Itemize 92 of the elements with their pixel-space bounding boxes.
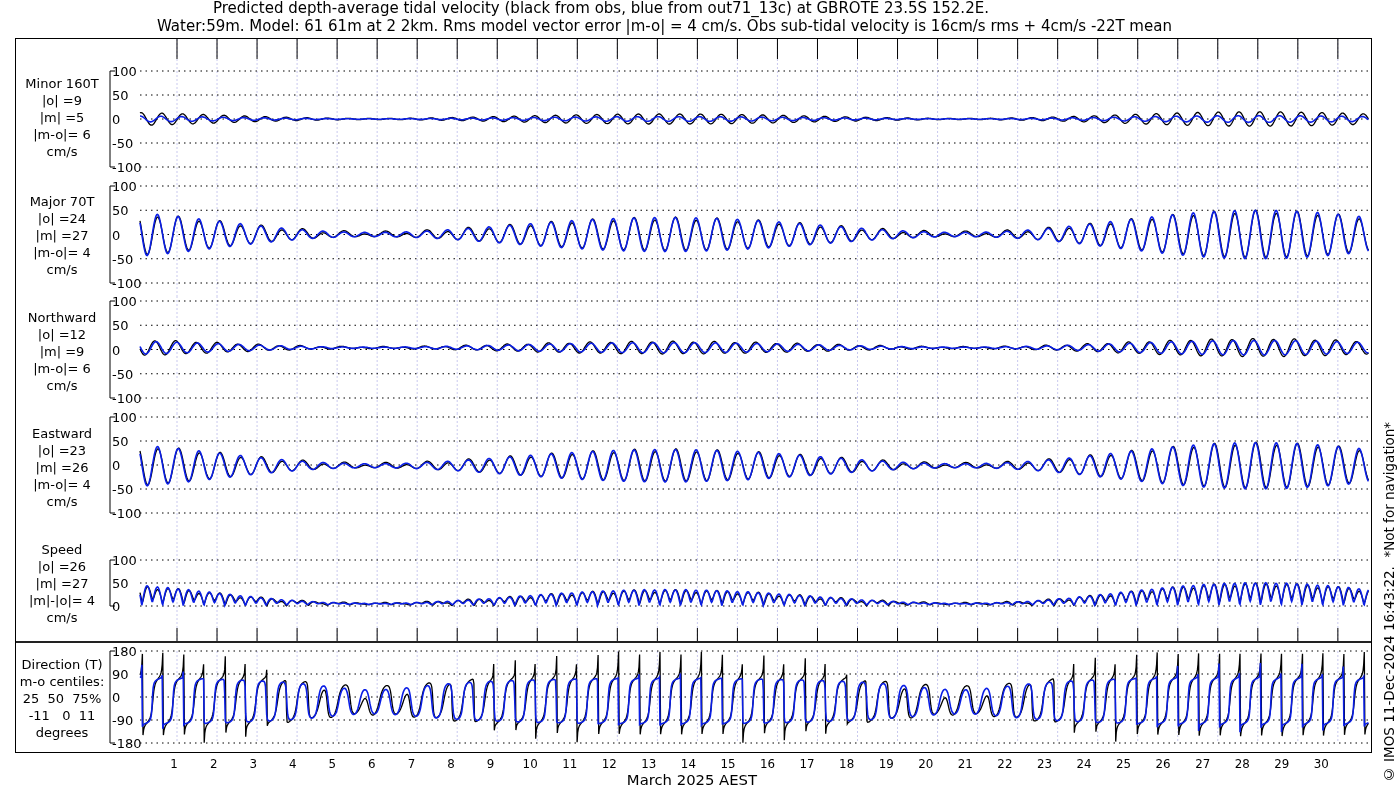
axis-tick-label: 7 xyxy=(407,756,416,771)
panel-label: |m| =9 xyxy=(39,342,85,360)
panel-label: |o| =9 xyxy=(42,91,82,109)
panel-label: |o| =12 xyxy=(37,325,87,343)
panel-label: cm/s xyxy=(46,492,78,510)
axis-tick-label: 0 xyxy=(112,342,121,358)
axis-tick-label: 0 xyxy=(112,227,121,243)
axis-tick-label: 30 xyxy=(1313,756,1329,771)
axis-tick-label: 19 xyxy=(878,756,894,771)
panel-label: cm/s xyxy=(46,376,78,394)
panel-label: |m-o|= 6 xyxy=(33,125,91,143)
axis-tick-label: 100 xyxy=(112,63,137,79)
panel-label: cm/s xyxy=(46,142,78,160)
axis-title: March 2025 AEST xyxy=(626,770,758,788)
panel-label: |o| =26 xyxy=(37,557,87,575)
axis-tick-label: 16 xyxy=(760,756,776,771)
axis-tick-label: 1 xyxy=(170,756,178,771)
axis-tick-label: -90 xyxy=(112,712,134,728)
axis-tick-label: 4 xyxy=(289,756,297,771)
axis-tick-label: 10 xyxy=(522,756,538,771)
panel-label: |m| =26 xyxy=(35,458,89,476)
panel-label: cm/s xyxy=(46,608,78,626)
panel-label: |m-o|= 4 xyxy=(33,243,91,261)
axis-tick-label: 27 xyxy=(1195,756,1211,771)
chart-title: Predicted depth-average tidal velocity (black from obs, blue from out71_13c) at GBROTE 23.5S 152.2E. xyxy=(213,0,989,18)
axis-tick-label: 0 xyxy=(112,689,121,705)
axis-tick-label: 6 xyxy=(368,756,376,771)
panel-label: degrees xyxy=(35,723,89,741)
axis-tick-label: -100 xyxy=(112,275,142,291)
axis-tick-label: -50 xyxy=(112,481,134,497)
axis-tick-label: -180 xyxy=(112,735,142,750)
panel-label: |m-o|= 6 xyxy=(33,359,91,377)
axis-tick-label: 18 xyxy=(839,756,855,771)
axis-tick-label: -50 xyxy=(112,366,134,382)
axis-tick-label: 0 xyxy=(112,457,121,473)
axis-tick-label: 9 xyxy=(486,756,495,771)
panel-label: |m| =27 xyxy=(35,226,89,244)
axis-tick-label: 0 xyxy=(112,111,121,127)
axis-tick-label: 20 xyxy=(918,756,934,771)
panel-label: m-o centiles: xyxy=(19,672,105,690)
axis-tick-label: -100 xyxy=(112,505,142,521)
axis-tick-label: 50 xyxy=(112,433,129,449)
chart-title: Water:59m. Model: 61 61m at 2 2km. Rms model vector error |m-o| = 4 cm/s. Obs sub-tidal velocity is 16cm/s rms + 4cm/s -22T mean xyxy=(157,17,1172,35)
panel-label: Direction (T) xyxy=(21,655,103,673)
axis-tick-label: 11 xyxy=(562,756,578,771)
panel-label: |o| =23 xyxy=(37,441,87,459)
axis-tick-label: 8 xyxy=(447,756,455,771)
axis-tick-label: 22 xyxy=(997,756,1013,771)
axis-tick-label: 90 xyxy=(112,666,129,682)
axis-tick-label: 50 xyxy=(112,575,129,591)
panel-label: Major 70T xyxy=(29,192,95,210)
axis-tick-label: 12 xyxy=(601,756,617,771)
axis-tick-label: 50 xyxy=(112,87,129,103)
axis-tick-label: 100 xyxy=(112,178,137,194)
axis-tick-label: 3 xyxy=(249,756,257,771)
axis-tick-label: 15 xyxy=(720,756,736,771)
copyright-note: © IMOS 11-Dec-2024 16:43:22. *Not for navigation* xyxy=(1381,421,1397,782)
axis-tick-label: -50 xyxy=(112,251,134,267)
panel-label: Minor 160T xyxy=(25,74,99,92)
axis-tick-label: 5 xyxy=(328,756,337,771)
panel-label: -11 0 11 xyxy=(28,706,96,724)
axis-tick-label: 0 xyxy=(112,598,121,614)
axis-tick-label: 26 xyxy=(1155,756,1171,771)
panel-label: |m| =27 xyxy=(35,574,89,592)
axis-tick-label: 180 xyxy=(112,643,137,659)
panel-label: cm/s xyxy=(46,260,78,278)
panel-label: |m-o|= 4 xyxy=(33,475,91,493)
axis-tick-label: 50 xyxy=(112,317,129,333)
axis-tick-label: 2 xyxy=(209,756,218,771)
axis-tick-label: 17 xyxy=(799,756,815,771)
panel-label: |m| =5 xyxy=(39,108,85,126)
axis-tick-label: 29 xyxy=(1274,756,1290,771)
axis-tick-label: 24 xyxy=(1076,756,1092,771)
axis-tick-label: -100 xyxy=(112,390,142,406)
panel-label: Speed xyxy=(41,540,83,558)
panel-label: |o| =24 xyxy=(37,209,87,227)
axis-tick-label: 50 xyxy=(112,202,129,218)
panel-label: Northward xyxy=(27,308,97,326)
axis-tick-label: 14 xyxy=(680,756,696,771)
axis-tick-label: 28 xyxy=(1234,756,1250,771)
axis-tick-label: 25 xyxy=(1116,756,1132,771)
axis-tick-label: 13 xyxy=(641,756,657,771)
panel-label: |m|-|o|= 4 xyxy=(28,591,96,609)
axis-tick-label: 23 xyxy=(1036,756,1052,771)
axis-tick-label: 100 xyxy=(112,412,137,425)
panel-label: 25 50 75% xyxy=(22,689,102,707)
axis-tick-label: 100 xyxy=(112,552,137,568)
axis-tick-label: 21 xyxy=(957,756,973,771)
axis-tick-label: -100 xyxy=(112,159,142,175)
panel-label: Eastward xyxy=(32,424,92,442)
axis-tick-label: -50 xyxy=(112,135,134,151)
axis-tick-label: 100 xyxy=(112,295,137,309)
